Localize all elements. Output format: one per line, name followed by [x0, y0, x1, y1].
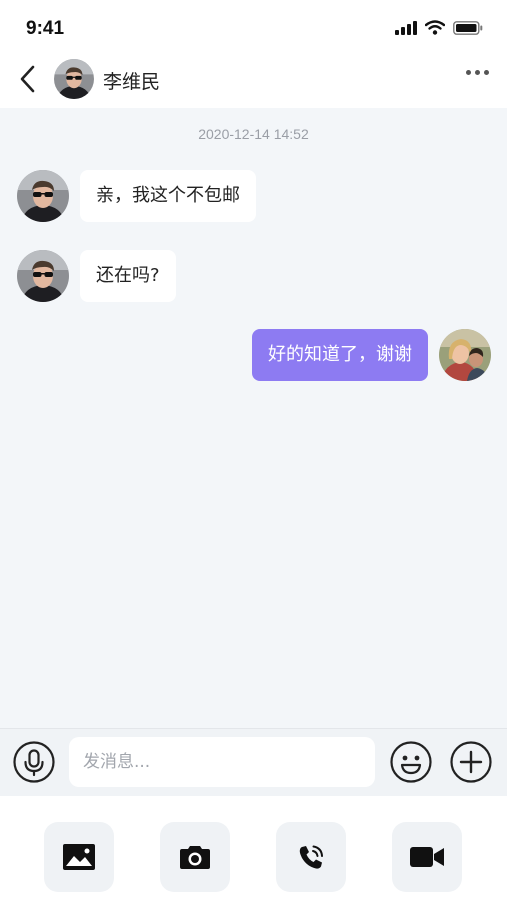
contact-avatar[interactable]: [54, 59, 94, 99]
camera-icon: [180, 846, 210, 869]
more-options-button[interactable]: [466, 70, 489, 75]
signal-icon: [395, 20, 417, 35]
message-bubble-incoming[interactable]: 亲，我这个不包邮: [80, 170, 256, 222]
status-icons: [395, 20, 483, 35]
plus-icon: [450, 741, 492, 783]
my-avatar[interactable]: [439, 329, 491, 381]
message-timestamp: 2020-12-14 14:52: [198, 126, 309, 142]
woman-avatar-image: [439, 329, 491, 381]
more-actions-button[interactable]: [450, 741, 492, 783]
message-list[interactable]: 2020-12-14 14:52 亲，我这个不包邮 还在吗? 好的知道了，谢谢: [0, 108, 507, 728]
video-call-icon: [410, 847, 444, 867]
more-dot-icon: [484, 70, 489, 75]
status-time: 9:41: [26, 18, 65, 39]
attachment-toolbar: [0, 796, 507, 900]
message-input[interactable]: [69, 737, 375, 787]
man-avatar-image: [17, 250, 69, 302]
status-bar: 9:41: [0, 0, 507, 52]
input-bar: [0, 728, 507, 797]
man-avatar-image: [17, 170, 69, 222]
voice-call-icon: [299, 845, 323, 869]
back-button[interactable]: [12, 62, 42, 96]
contact-name: 李维民: [103, 71, 161, 93]
sender-avatar[interactable]: [17, 250, 69, 302]
battery-icon: [453, 20, 483, 35]
chevron-left-icon: [20, 65, 35, 93]
send-image-button[interactable]: [44, 822, 114, 892]
message-bubble-outgoing[interactable]: 好的知道了，谢谢: [252, 329, 428, 381]
image-icon: [63, 844, 95, 870]
take-photo-button[interactable]: [160, 822, 230, 892]
more-dot-icon: [466, 70, 471, 75]
voice-call-button[interactable]: [276, 822, 346, 892]
more-dot-icon: [475, 70, 480, 75]
emoji-button[interactable]: [390, 741, 432, 783]
chat-header: 李维民: [0, 52, 507, 108]
sender-avatar[interactable]: [17, 170, 69, 222]
microphone-icon: [13, 741, 55, 783]
voice-input-button[interactable]: [13, 741, 55, 783]
wifi-icon: [425, 20, 445, 35]
man-avatar-image: [54, 59, 94, 99]
video-call-button[interactable]: [392, 822, 462, 892]
message-bubble-incoming[interactable]: 还在吗?: [80, 250, 176, 302]
smiley-icon: [390, 741, 432, 783]
